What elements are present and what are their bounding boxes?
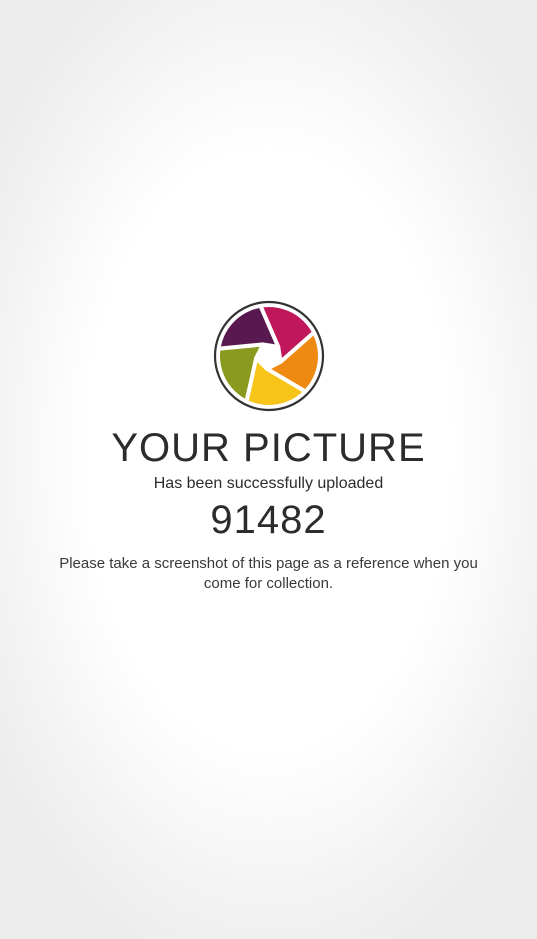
upload-status-text: Has been successfully uploaded bbox=[153, 475, 384, 492]
upload-confirmation: YOUR PICTURE Has been successfully uploa… bbox=[0, 300, 537, 594]
reference-code: 91482 bbox=[210, 498, 327, 542]
shutter-hub bbox=[259, 347, 278, 365]
page-title: YOUR PICTURE bbox=[111, 426, 426, 470]
camera-shutter-logo-icon bbox=[213, 300, 325, 412]
instruction-text: Please take a screenshot of this page as… bbox=[59, 555, 478, 592]
